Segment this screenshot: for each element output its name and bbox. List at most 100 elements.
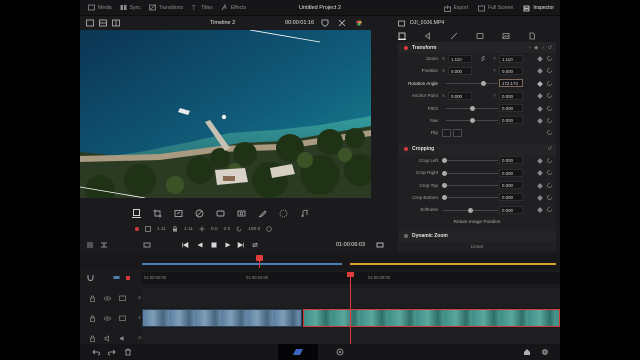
pitch-reset-icon[interactable] [546,105,553,112]
crop-left-slider[interactable] [443,160,498,162]
anchor-x-field[interactable]: 0.000 [448,91,472,100]
next-keyframe-icon[interactable]: › [542,45,544,51]
effects-tab[interactable]: Effects [221,4,246,11]
reset-readout-icon[interactable] [266,226,272,232]
tab-effects-icon[interactable] [450,32,458,40]
softness-knob[interactable] [468,207,473,213]
cropping-section-header[interactable]: Cropping ↺ [398,143,556,155]
source-tape-icon[interactable] [112,19,120,27]
crop-right-knob[interactable] [442,170,447,176]
fit-to-screen-icon[interactable] [338,19,346,27]
color-scopes-icon[interactable] [355,19,363,27]
media-tab[interactable]: Media [88,4,112,11]
crop-bottom-slider[interactable] [443,197,498,199]
crop-top-reset-icon[interactable] [546,182,553,189]
lock-icon[interactable] [89,295,96,302]
zoom-x-field[interactable]: 1.110 [448,54,472,63]
softness-reset-icon[interactable] [546,206,553,213]
position-x-field[interactable]: 0.000 [448,66,472,75]
crop-icon[interactable] [153,209,162,218]
home-icon[interactable] [523,348,531,356]
clip-a[interactable] [142,309,302,327]
magic-mask-icon[interactable] [237,209,246,218]
play-reverse-icon[interactable] [196,241,204,249]
crop-top-slider[interactable] [443,185,498,187]
keyframe-diamond-icon[interactable]: ◆ [534,45,538,51]
zoom-link-icon[interactable] [480,55,486,62]
transitions-tab[interactable]: Transitions [148,4,183,11]
reset-transform-icon[interactable]: ↺ [548,45,552,51]
tab-image-icon[interactable] [502,32,510,40]
mini-timeline[interactable] [80,254,560,270]
pitch-keyframe-icon[interactable] [537,105,543,112]
eye-icon[interactable] [104,295,111,302]
monitor-icon[interactable] [119,295,126,302]
inspector-button[interactable]: Inspector [523,5,554,12]
yaw-reset-icon[interactable] [546,117,553,124]
softness-keyframe-icon[interactable] [537,207,543,214]
anchor-y-field[interactable]: 0.000 [499,91,523,100]
settings-icon[interactable] [541,348,549,356]
rotation-slider-knob[interactable] [481,81,486,87]
reset-cropping-icon[interactable]: ↺ [548,146,552,152]
readout-zoom-y[interactable]: 1.11 [184,227,193,232]
yaw-field[interactable]: 0.000 [499,116,523,125]
crop-bottom-keyframe-icon[interactable] [537,195,543,201]
snap-icon[interactable] [86,273,95,282]
position-keyframe-icon[interactable] [537,68,543,75]
redo-icon[interactable] [108,348,116,356]
fullscreen-toggle-icon[interactable] [376,241,384,249]
playhead-marker-icon[interactable] [321,19,329,27]
dynamic-zoom-icon[interactable] [174,209,183,218]
undo-icon[interactable] [92,348,100,356]
crop-right-slider[interactable] [443,172,498,174]
crop-left-keyframe-icon[interactable] [537,157,543,164]
audio-note-icon[interactable] [300,208,309,218]
annotation-icon[interactable] [258,209,267,218]
crop-left-knob[interactable] [442,158,447,164]
clip-view-icon[interactable] [99,19,107,27]
lock-icon[interactable] [89,335,96,342]
timeline-options-icon[interactable] [86,241,94,249]
tab-transition-icon[interactable] [476,32,484,40]
clip-b[interactable] [303,309,560,327]
transform-icon[interactable] [132,209,141,218]
crop-bottom-knob[interactable] [442,195,447,201]
readout-rotation[interactable]: 180.0 [248,227,260,232]
titles-tab[interactable]: T Titles [191,4,213,12]
jump-end-icon[interactable] [237,241,245,249]
link-lock-icon[interactable] [172,226,178,232]
color-page-icon[interactable] [336,348,344,356]
monitor-icon[interactable] [119,315,126,322]
tab-audio-icon[interactable] [424,32,432,40]
delete-icon[interactable] [124,348,132,356]
position-reset-icon[interactable] [546,67,553,74]
position-y-field[interactable]: 0.000 [499,66,523,75]
linked-selection-icon[interactable] [112,273,121,282]
rotation-field[interactable]: 172.174 [499,79,523,88]
pitch-slider-knob[interactable] [470,106,475,112]
anchor-keyframe-icon[interactable] [537,93,543,100]
crop-top-field[interactable]: 0.000 [499,181,523,190]
tab-video-icon[interactable] [398,32,406,40]
flip-vertical-button[interactable] [453,128,462,137]
readout-position-y[interactable]: 0.0 [224,227,231,232]
edit-page-tab[interactable] [278,344,318,360]
viewer-canvas[interactable] [80,30,371,198]
play-icon[interactable] [224,241,232,249]
zoom-reset-icon[interactable] [546,55,553,62]
solo-icon[interactable] [104,334,111,342]
smart-reframe-icon[interactable] [279,209,288,218]
track-v1-lane[interactable] [142,309,560,327]
crop-top-knob[interactable] [442,183,447,189]
mini-playhead-knob[interactable] [256,255,263,261]
flip-reset-icon[interactable] [546,129,553,136]
tab-file-icon[interactable] [528,32,536,40]
cropping-enable-toggle[interactable] [404,147,408,152]
track-v2-lane[interactable] [142,289,560,307]
lock-icon[interactable] [89,315,96,322]
view-options-icon[interactable] [143,241,151,249]
crop-top-keyframe-icon[interactable] [537,182,543,189]
zoom-y-field[interactable]: 1.110 [499,54,523,63]
fullscreen-button[interactable]: Full Screen [478,5,513,12]
